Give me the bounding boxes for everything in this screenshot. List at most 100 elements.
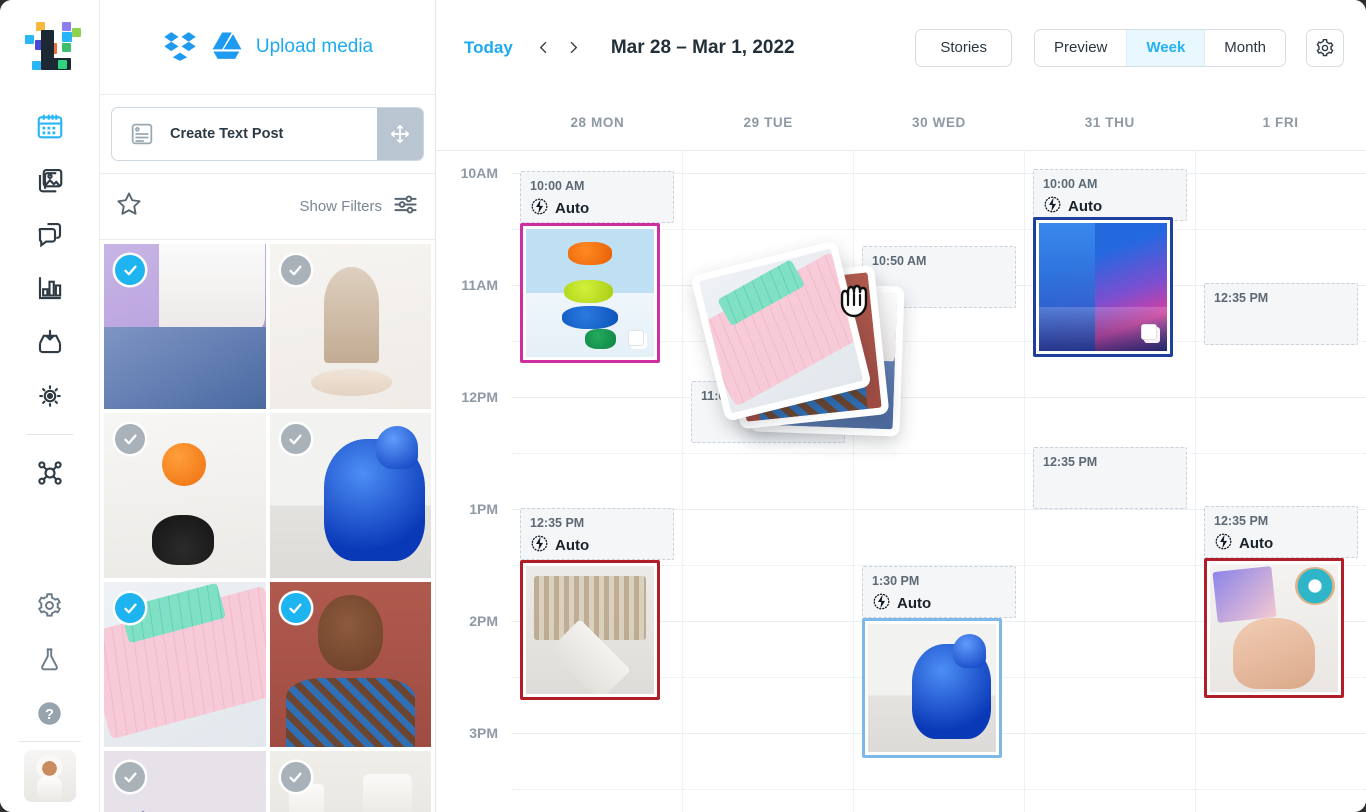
view-tab-week[interactable]: Week [1127,29,1206,66]
auto-publish-row: Auto [530,197,664,220]
media-tile-arch-niche[interactable] [269,244,431,409]
event-fri-1235-empty[interactable]: 12:35 PM [1204,283,1358,345]
filter-bar: Show Filters [100,174,435,240]
media-tile-balloon-dog-gallery[interactable] [269,413,431,578]
hour-label-3: 1PM [469,501,498,517]
day-column-1[interactable]: 11:00 A [683,151,854,812]
create-text-post-button[interactable]: Create Text Post [111,107,424,161]
media-tile-orange-sculpture[interactable] [104,413,266,578]
carousel-indicator-icon [1140,324,1160,344]
auto-label: Auto [897,595,932,612]
slot-time-label: 12:35 PM [1043,455,1098,469]
event-fri-1235-thumbnail[interactable] [1204,558,1344,698]
media-select-check-icon[interactable] [280,762,311,792]
hour-label-2: 12PM [461,389,498,405]
day-column-4[interactable]: 12:35 PM 12:35 PM Auto [1196,151,1366,812]
hour-label-4: 2PM [469,613,498,629]
date-range-label: Mar 28 – Mar 1, 2022 [610,36,795,58]
event-wed-1330[interactable]: 1:30 PM Auto [862,566,1016,618]
show-filters-label[interactable]: Show Filters [299,198,382,215]
day-column-0[interactable]: 10:00 AM Auto 12:35 PM Auto [512,151,683,812]
sidebar-item-calendar[interactable] [24,100,76,152]
dropbox-icon[interactable] [162,27,198,68]
sidebar-item-media[interactable] [24,154,76,206]
media-select-check-icon[interactable] [280,255,311,285]
day-header-2: 30 WED [912,115,966,130]
carousel-indicator-icon [627,330,647,350]
later-logo[interactable] [22,18,81,74]
auto-publish-row: Auto [530,534,664,557]
event-thu-1235[interactable]: 12:35 PM [1033,447,1187,509]
sidebar-item-hashtags[interactable] [24,370,76,422]
avatar[interactable] [23,750,76,802]
sidebar-item-help[interactable]: ? [24,687,76,739]
event-thu-1000-thumbnail[interactable] [1033,217,1173,357]
star-icon[interactable] [114,189,144,224]
auto-publish-row: Auto [1043,195,1177,218]
sidebar-item-analytics[interactable] [24,262,76,314]
media-select-check-icon[interactable] [115,593,145,623]
google-drive-icon[interactable] [210,28,244,67]
event-tue-1100[interactable]: 11:00 A [691,381,845,443]
sidebar-item-linkinbio[interactable] [24,447,76,499]
media-tile-smiling-woman[interactable] [269,582,431,747]
media-select-check-icon[interactable] [115,424,145,454]
view-tab-preview[interactable]: Preview [1035,29,1128,66]
sidebar-item-settings[interactable] [24,579,76,631]
event-mon-1000[interactable]: 10:00 AM Auto [520,171,674,223]
chevron-left-icon[interactable] [529,33,559,63]
slot-time-label: 10:00 AM [1043,177,1098,191]
auto-publish-row: Auto [1214,532,1348,555]
day-header-3: 31 THU [1084,115,1135,130]
auto-publish-icon [530,534,549,557]
chevron-right-icon[interactable] [559,33,589,63]
day-columns: 10:00 AM Auto 12:35 PM Auto 11:00 A 10:50 AM 1… [512,151,1366,812]
event-mon-1000-thumbnail[interactable] [520,223,660,363]
sidebar-item-collect[interactable] [24,316,76,368]
auto-publish-icon [1214,532,1233,555]
media-tile-still-life-shelf[interactable] [269,751,431,812]
svg-text:?: ? [45,707,54,723]
filter-sliders-icon[interactable] [392,191,419,223]
upload-media-label[interactable]: Upload media [256,36,373,58]
event-mon-1235[interactable]: 12:35 PM Auto [520,508,674,560]
event-wed-1330-thumbnail[interactable] [862,618,1002,758]
hour-label-1: 11AM [461,277,498,293]
stories-button[interactable]: Stories [915,28,1013,67]
auto-publish-icon [1043,195,1062,218]
calendar-settings-gear-icon[interactable] [1306,28,1344,67]
calendar-grid: 10AM 11AM 12PM 1PM 2PM 3PM 10:00 AM Auto 12:35 … [436,151,1366,812]
event-wed-1050[interactable]: 10:50 AM [862,246,1016,308]
day-header-4: 1 FRI [1262,115,1299,130]
media-tile-mountain-painting[interactable] [104,751,266,812]
sidebar-item-conversations[interactable] [24,208,76,260]
day-column-3[interactable]: 10:00 AM Auto 12:35 PM [1025,151,1196,812]
hour-label-0: 10AM [460,165,498,181]
media-select-check-icon[interactable] [115,762,145,792]
calendar-toolbar: Today Mar 28 – Mar 1, 2022 Stories Previ… [436,0,1366,95]
slot-time-label: 1:30 PM [872,574,920,588]
event-thu-1000[interactable]: 10:00 AM Auto [1033,169,1187,221]
media-panel: Upload media Create Text Post Show Filte… [100,0,436,812]
rail-icon-list [0,100,99,501]
event-mon-1235-thumbnail[interactable] [520,560,660,700]
sidebar-item-labs[interactable] [24,633,76,685]
auto-publish-row: Auto [872,592,1006,615]
app-window: ? Upload media Create Text Post Show Fil… [0,0,1366,812]
auto-label: Auto [1239,535,1274,552]
media-select-check-icon[interactable] [280,424,311,454]
media-select-check-icon[interactable] [280,593,311,623]
event-fri-1235[interactable]: 12:35 PM Auto [1204,506,1358,558]
media-tile-poetry-shirt[interactable] [104,244,266,409]
slot-time-label: 12:35 PM [530,516,585,530]
media-tile-pastel-keyboard[interactable] [104,582,266,747]
view-tab-month[interactable]: Month [1205,30,1285,66]
media-select-check-icon[interactable] [115,255,145,285]
today-button[interactable]: Today [464,38,513,58]
day-column-2[interactable]: 10:50 AM 1:30 PM Auto [854,151,1025,812]
time-gutter: 10AM 11AM 12PM 1PM 2PM 3PM [436,151,512,812]
slot-time-label: 12:35 PM [1214,514,1269,528]
drag-move-icon[interactable] [377,108,423,160]
auto-publish-icon [872,592,891,615]
day-header-row: 28 MON 29 TUE 30 WED 31 THU 1 FRI [436,95,1366,151]
